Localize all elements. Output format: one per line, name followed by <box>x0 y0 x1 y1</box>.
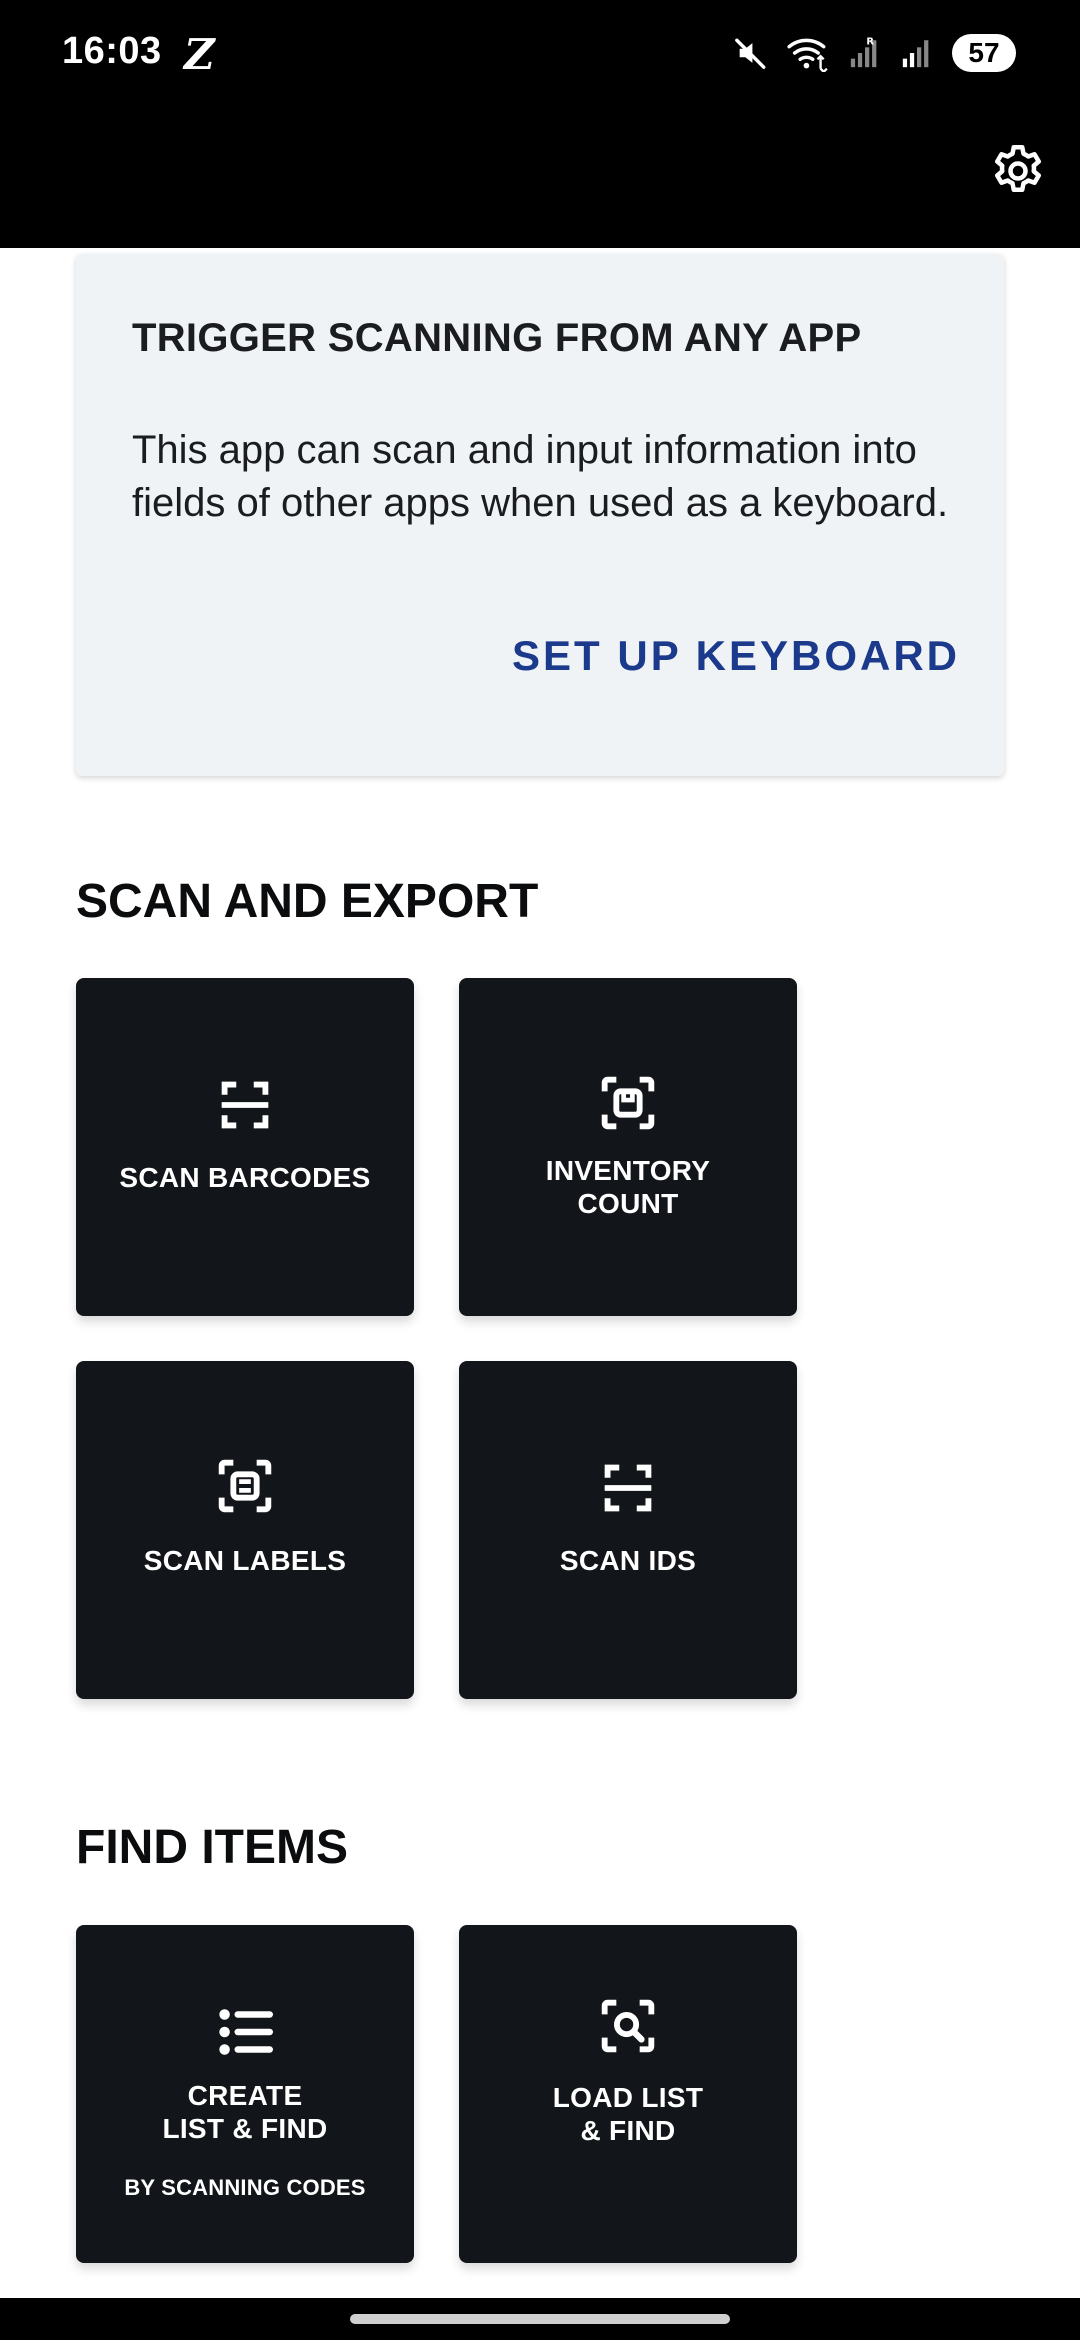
tile-label: INVENTORY COUNT <box>469 1154 787 1220</box>
create-list-find-tile[interactable]: CREATE LIST & FIND BY SCANNING CODES <box>76 1925 414 2263</box>
load-list-find-tile[interactable]: LOAD LIST & FIND <box>459 1925 797 2263</box>
mute-icon <box>735 38 766 69</box>
tile-label-line: COUNT <box>577 1188 679 1219</box>
status-time: 16:03 <box>62 30 162 72</box>
card-body: This app can scan and input information … <box>132 428 949 525</box>
status-bar: 16:03 Z R 57 <box>0 0 1080 112</box>
list-icon <box>219 2009 273 2055</box>
id-scan-icon <box>604 1464 652 1512</box>
home-gesture-handle[interactable] <box>350 2314 730 2324</box>
tile-label-line: LOAD LIST <box>552 2082 704 2113</box>
label-scan-icon <box>218 1459 272 1513</box>
tile-label: LOAD LIST & FIND <box>469 2081 787 2147</box>
tile-label: CREATE LIST & FIND <box>86 2079 404 2145</box>
tile-subtitle: BY SCANNING CODES <box>124 2175 366 2200</box>
inventory-count-tile[interactable]: INVENTORY COUNT <box>459 978 797 1316</box>
tile-label: SCAN IDS <box>559 1545 697 1576</box>
scan-barcodes-tile[interactable]: SCAN BARCODES <box>76 978 414 1316</box>
battery-indicator: 57 <box>952 34 1016 72</box>
signal-icon <box>902 40 929 68</box>
app-bar <box>0 112 1080 248</box>
status-icons: R 57 <box>734 34 1016 72</box>
scan-labels-tile[interactable]: SCAN LABELS <box>76 1361 414 1699</box>
svg-text:R: R <box>866 37 874 48</box>
tile-label-line: & FIND <box>580 2115 676 2146</box>
tile-label-line: INVENTORY <box>545 1155 711 1186</box>
section-title-scan-export: SCAN AND EXPORT <box>76 875 539 928</box>
wifi-icon <box>787 38 828 72</box>
search-scan-icon <box>601 1999 655 2053</box>
box-scan-icon <box>601 1076 655 1130</box>
tile-label: SCAN BARCODES <box>119 1162 371 1193</box>
tile-label-line: LIST & FIND <box>162 2113 328 2144</box>
tile-label-line: CREATE <box>187 2080 303 2111</box>
main-content: TRIGGER SCANNING FROM ANY APP This app c… <box>0 248 1080 2298</box>
tile-label: SCAN LABELS <box>143 1545 347 1576</box>
gear-icon <box>995 145 1041 192</box>
set-up-keyboard-button[interactable]: SET UP KEYBOARD <box>512 632 960 680</box>
barcode-scan-icon <box>221 1081 269 1129</box>
scan-ids-tile[interactable]: SCAN IDS <box>459 1361 797 1699</box>
signal-icon: R <box>850 37 877 68</box>
settings-button[interactable] <box>984 137 1052 205</box>
section-title-find-items: FIND ITEMS <box>76 1821 348 1874</box>
keyboard-setup-card: TRIGGER SCANNING FROM ANY APP This app c… <box>76 254 1004 776</box>
navigation-bar <box>0 2298 1080 2340</box>
carrier-icon: Z <box>184 30 215 79</box>
card-title: TRIGGER SCANNING FROM ANY APP <box>132 316 862 360</box>
